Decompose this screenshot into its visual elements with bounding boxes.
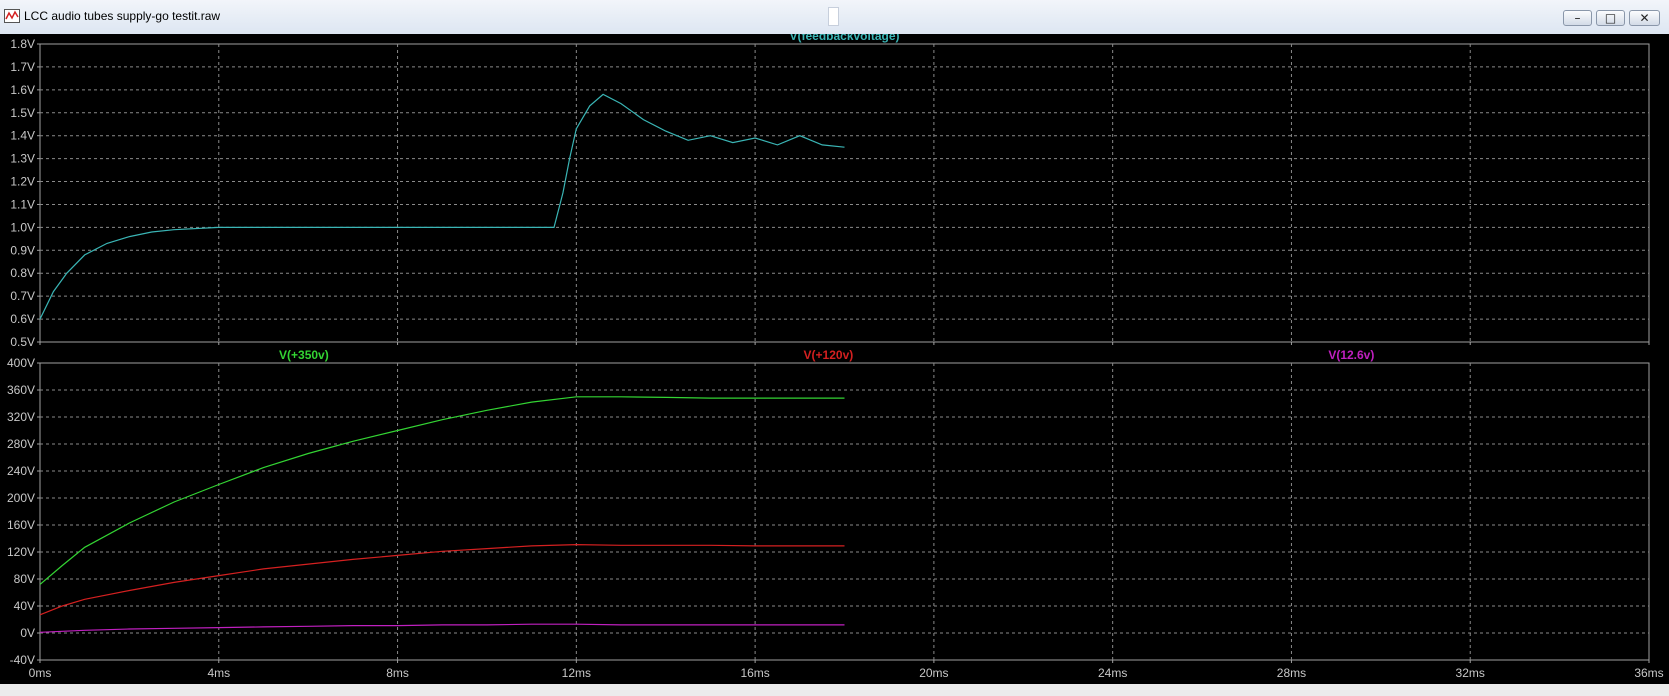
y-tick-label: 1.2V: [10, 175, 35, 189]
minimize-icon: –: [1574, 11, 1581, 25]
y-tick-label: -40V: [10, 653, 35, 667]
waveform-plot[interactable]: 0.5V 0.6V 0.7V 0.8V 0.9V 1.0V 1.1V 1.2V 1.3V 1.4V…: [0, 29, 1669, 684]
window-title: LCC audio tubes supply-go testit.raw: [24, 9, 221, 23]
y-tick-label: 1.3V: [10, 152, 35, 166]
maximize-icon: □: [1604, 11, 1617, 25]
y-tick-label: 1.1V: [10, 197, 35, 211]
x-tick-label: 4ms: [207, 666, 230, 680]
x-tick-label: 24ms: [1098, 666, 1127, 680]
x-tick-label: 8ms: [386, 666, 409, 680]
y-tick-label: 360V: [7, 383, 35, 397]
window-title-bar[interactable]: LCC audio tubes supply-go testit.raw – □…: [0, 0, 1669, 35]
x-tick-label: 0ms: [29, 666, 52, 680]
y-tick-label: 1.6V: [10, 83, 35, 97]
waveform-viewer[interactable]: 0.5V 0.6V 0.7V 0.8V 0.9V 1.0V 1.1V 1.2V 1.3V 1.4V…: [0, 29, 1669, 684]
title-bar-marker: [828, 7, 839, 26]
trace-label[interactable]: V(+120v): [804, 348, 854, 362]
y-tick-label: 0.8V: [10, 266, 35, 280]
y-tick-label: 0.9V: [10, 243, 35, 257]
trace-label[interactable]: V(feedbackvoltage): [789, 29, 899, 43]
close-button[interactable]: ✕: [1629, 10, 1660, 26]
y-tick-label: 0.5V: [10, 335, 35, 349]
y-tick-label: 0.6V: [10, 312, 35, 326]
y-tick-label: 120V: [7, 545, 35, 559]
maximize-button[interactable]: □: [1596, 10, 1625, 26]
x-tick-label: 20ms: [919, 666, 948, 680]
y-tick-label: 320V: [7, 410, 35, 424]
y-tick-label: 1.0V: [10, 220, 35, 234]
y-tick-label: 0.7V: [10, 289, 35, 303]
x-tick-label: 28ms: [1277, 666, 1306, 680]
y-tick-label: 40V: [14, 599, 35, 613]
y-tick-label: 240V: [7, 464, 35, 478]
x-tick-label: 16ms: [740, 666, 769, 680]
y-tick-label: 1.4V: [10, 129, 35, 143]
y-tick-label: 400V: [7, 356, 35, 370]
x-tick-label: 32ms: [1456, 666, 1485, 680]
trace-label[interactable]: V(12.6v): [1328, 348, 1374, 362]
waveform-app-icon: [4, 9, 20, 23]
close-icon: ✕: [1639, 11, 1650, 25]
y-tick-label: 160V: [7, 518, 35, 532]
status-bar: [0, 684, 1669, 696]
plot-pane-1-frame: [39, 43, 1650, 343]
plot-pane-2-frame: [39, 362, 1650, 661]
y-tick-label: 1.5V: [10, 106, 35, 120]
y-tick-label: 0V: [20, 626, 35, 640]
trace-label[interactable]: V(+350v): [279, 348, 329, 362]
y-tick-label: 1.8V: [10, 37, 35, 51]
y-tick-label: 280V: [7, 437, 35, 451]
y-tick-label: 1.7V: [10, 60, 35, 74]
y-tick-label: 80V: [14, 572, 35, 586]
y-tick-label: 200V: [7, 491, 35, 505]
minimize-button[interactable]: –: [1563, 10, 1592, 26]
x-tick-label: 36ms: [1634, 666, 1663, 680]
x-tick-label: 12ms: [562, 666, 591, 680]
